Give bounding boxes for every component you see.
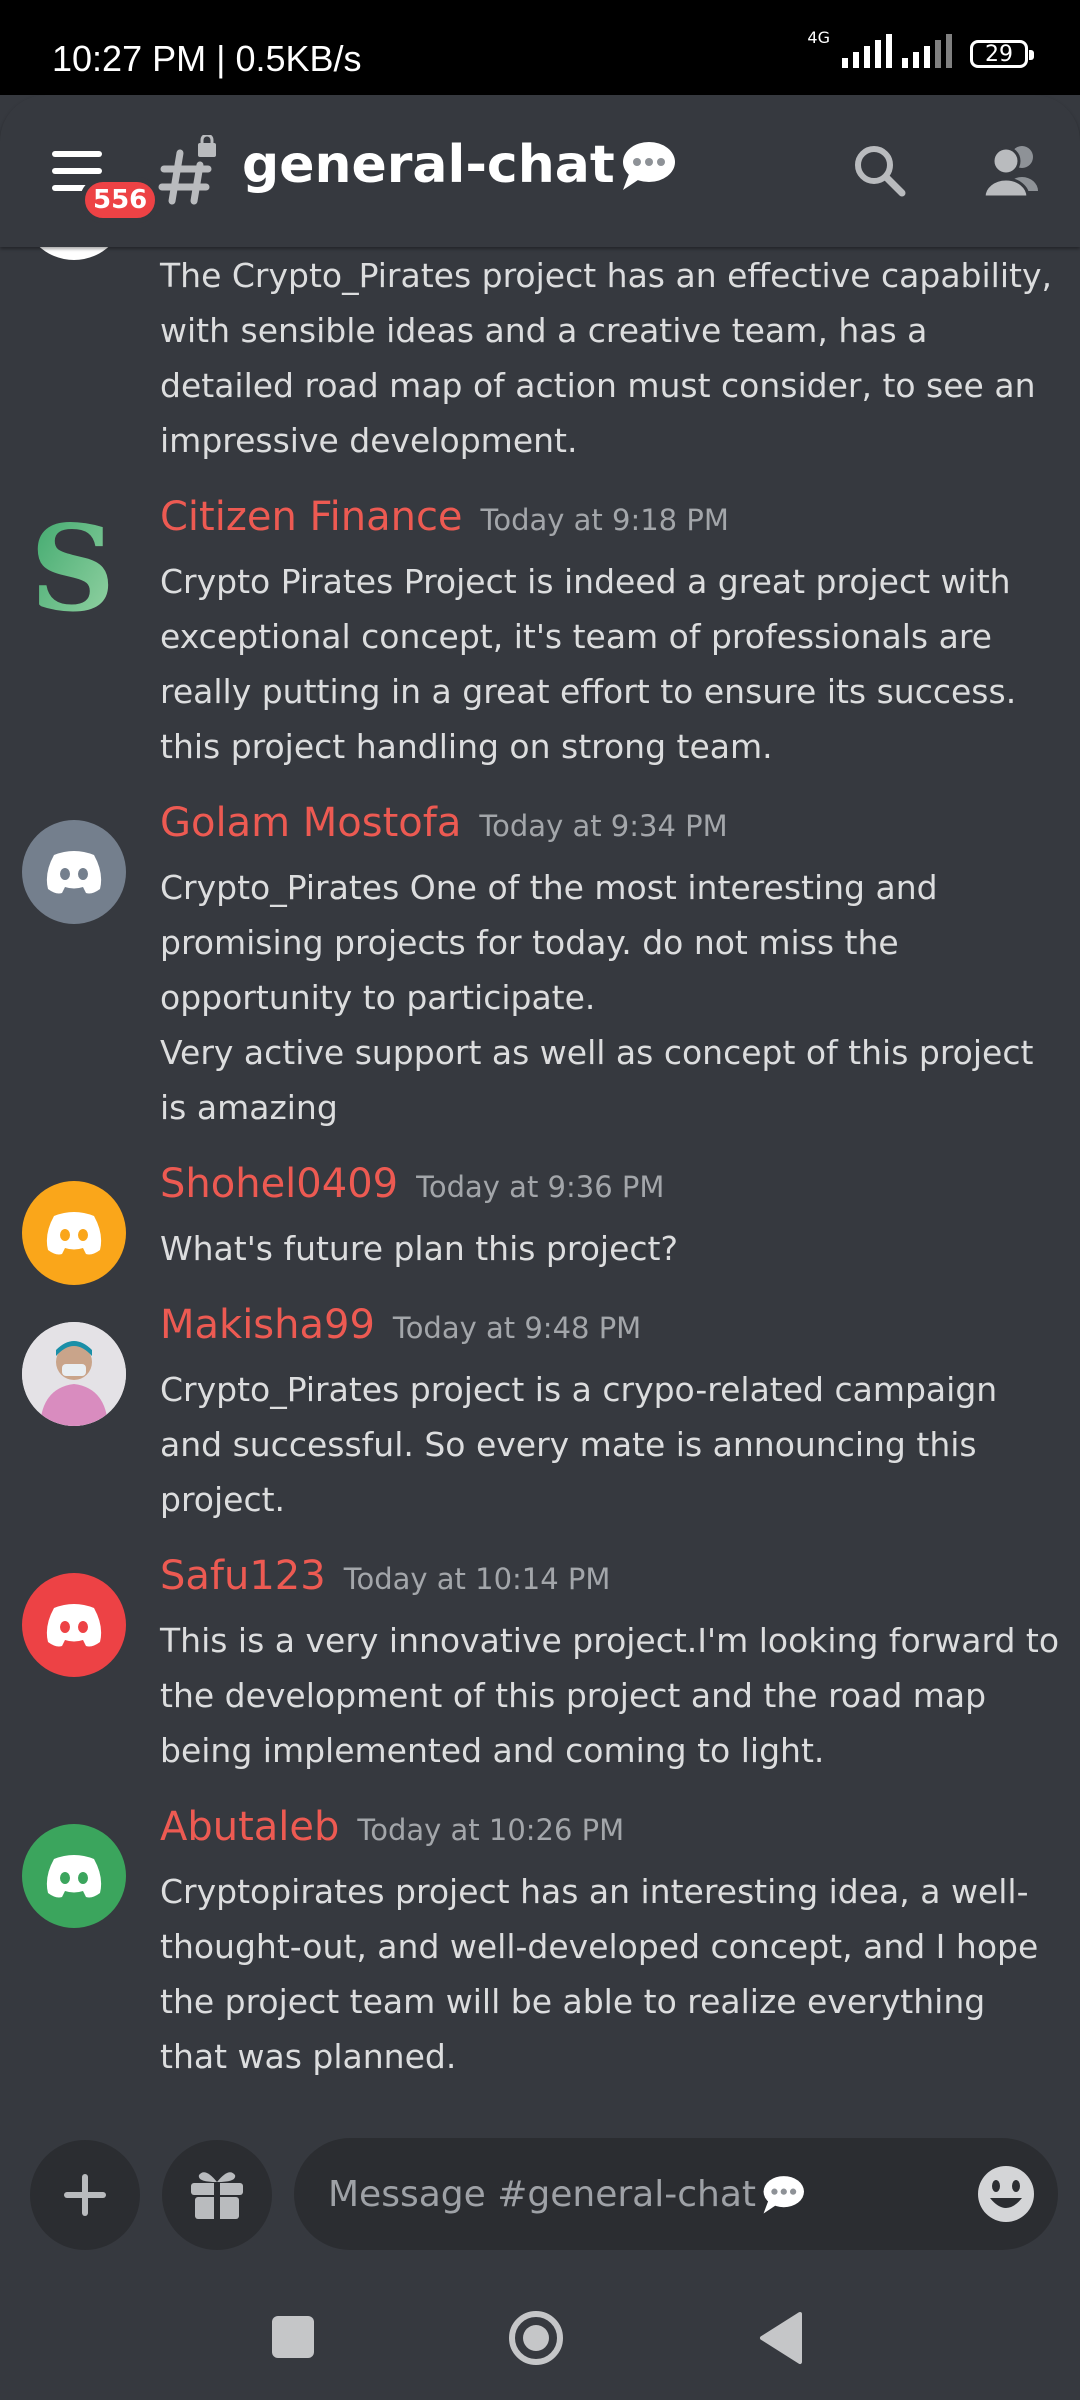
message-body: Crypto_Pirates One of the most interesti… <box>160 860 1060 1135</box>
svg-text:S: S <box>30 514 115 618</box>
message-composer: Message #general-chat <box>0 2130 1080 2260</box>
timestamp: Today at 9:34 PM <box>479 809 728 843</box>
back-icon[interactable] <box>758 2310 804 2366</box>
locked-channel-hash-icon <box>158 135 216 205</box>
message-text: Crypto_Pirates project is a crypo-relate… <box>160 1370 998 1519</box>
message-item: Safu123 Today at 10:14 PM This is a very… <box>0 1553 1080 1778</box>
timestamp: Today at 9:36 PM <box>416 1170 665 1204</box>
avatar[interactable] <box>22 1181 126 1285</box>
timestamp: Today at 10:14 PM <box>343 1562 611 1596</box>
message-item: Golam Mostofa Today at 9:34 PM Crypto_Pi… <box>0 800 1080 1135</box>
battery-level: 29 <box>985 41 1013 67</box>
discord-logo-icon <box>46 1855 102 1898</box>
user-photo-icon <box>22 1322 126 1426</box>
message-text: The Crypto_Pirates project has an effect… <box>160 256 1052 460</box>
message-text: Crypto Pirates Project is indeed a great… <box>160 562 1017 766</box>
add-attachment-button[interactable] <box>30 2140 140 2250</box>
message-body: This is a very innovative project.I'm lo… <box>160 1613 1060 1778</box>
message-body: Crypto_Pirates project is a crypo-relate… <box>160 1362 1060 1527</box>
message-list[interactable]: NG The Crypto_Pirates project has an eff… <box>0 156 1080 2110</box>
author-name[interactable]: Abutaleb <box>160 1804 339 1850</box>
status-time: 10:27 PM | 0.5KB/s <box>52 38 362 79</box>
message-header: Citizen Finance Today at 9:18 PM <box>160 494 1060 554</box>
discord-logo-icon <box>46 1212 102 1255</box>
message-body: Crypto Pirates Project is indeed a great… <box>160 554 1060 774</box>
status-bar: 10:27 PM | 0.5KB/s 4G 29 <box>0 0 1080 95</box>
message-header: Makisha99 Today at 9:48 PM <box>160 1302 1060 1362</box>
speech-bubble-icon <box>763 2176 804 2214</box>
message-input[interactable]: Message #general-chat <box>294 2138 1058 2250</box>
system-navigation-bar <box>0 2260 1080 2400</box>
message-header: Golam Mostofa Today at 9:34 PM <box>160 800 1060 860</box>
avatar[interactable]: S <box>22 514 126 618</box>
gift-icon <box>191 2172 243 2219</box>
timestamp: Today at 9:48 PM <box>392 1311 642 1345</box>
message-body: Cryptopirates project has an interesting… <box>160 1864 1060 2084</box>
message-text: What's future plan this project? <box>160 1229 678 1268</box>
message-item: Shohel0409 Today at 9:36 PM What's futur… <box>0 1161 1080 1285</box>
avatar[interactable] <box>22 1322 126 1426</box>
message-item: Makisha99 Today at 9:48 PM Crypto_Pirate… <box>0 1302 1080 1527</box>
author-name[interactable]: Shohel0409 <box>160 1161 398 1207</box>
author-name[interactable]: Makisha99 <box>160 1302 375 1348</box>
avatar[interactable] <box>22 1824 126 1928</box>
green-s-logo-icon: S <box>30 514 115 618</box>
message-text: This is a very innovative project.I'm lo… <box>160 1621 1060 1770</box>
timestamp: Today at 10:26 PM <box>357 1813 625 1847</box>
channel-header: 556 general-chat <box>0 95 1080 247</box>
message-text: Cryptopirates project has an interesting… <box>160 1872 1039 2076</box>
gift-button[interactable] <box>162 2140 272 2250</box>
members-icon[interactable] <box>980 141 1044 201</box>
channel-title[interactable]: general-chat <box>242 135 677 195</box>
speech-bubble-icon <box>622 142 675 190</box>
author-name[interactable]: Golam Mostofa <box>160 800 461 846</box>
avatar[interactable] <box>22 820 126 924</box>
battery-icon: 29 <box>970 40 1034 68</box>
message-header: Abutaleb Today at 10:26 PM <box>160 1804 1060 1864</box>
message-body: What's future plan this project? <box>160 1221 1060 1276</box>
message-header: Safu123 Today at 10:14 PM <box>160 1553 1060 1613</box>
search-icon[interactable] <box>852 143 908 199</box>
author-name[interactable]: Safu123 <box>160 1553 326 1599</box>
recent-apps-icon[interactable] <box>272 2316 314 2358</box>
channel-name: general-chat <box>242 135 615 195</box>
author-name[interactable]: Citizen Finance <box>160 494 463 540</box>
message-item: S Citizen Finance Today at 9:18 PM Crypt… <box>0 494 1080 774</box>
message-item: Abutaleb Today at 10:26 PM Cryptopirates… <box>0 1804 1080 2084</box>
timestamp: Today at 9:18 PM <box>480 503 729 537</box>
message-text: Very active support as well as concept o… <box>160 1033 1034 1127</box>
discord-logo-icon <box>46 851 102 894</box>
signal-icon <box>842 34 892 68</box>
signal-icon-2 <box>902 34 952 68</box>
message-input-placeholder: Message #general-chat <box>328 2173 806 2215</box>
status-indicators: 4G 29 <box>807 30 1034 68</box>
network-type: 4G <box>807 28 830 47</box>
avatar[interactable] <box>22 1573 126 1677</box>
home-icon[interactable] <box>508 2310 564 2366</box>
placeholder-text: Message #general-chat <box>328 2173 756 2215</box>
emoji-icon[interactable] <box>976 2164 1036 2224</box>
unread-badge: 556 <box>80 177 161 223</box>
discord-logo-icon <box>46 1604 102 1647</box>
message-header: Shohel0409 Today at 9:36 PM <box>160 1161 1060 1221</box>
plus-icon <box>64 2174 106 2216</box>
message-text: Crypto_Pirates One of the most interesti… <box>160 868 938 1017</box>
